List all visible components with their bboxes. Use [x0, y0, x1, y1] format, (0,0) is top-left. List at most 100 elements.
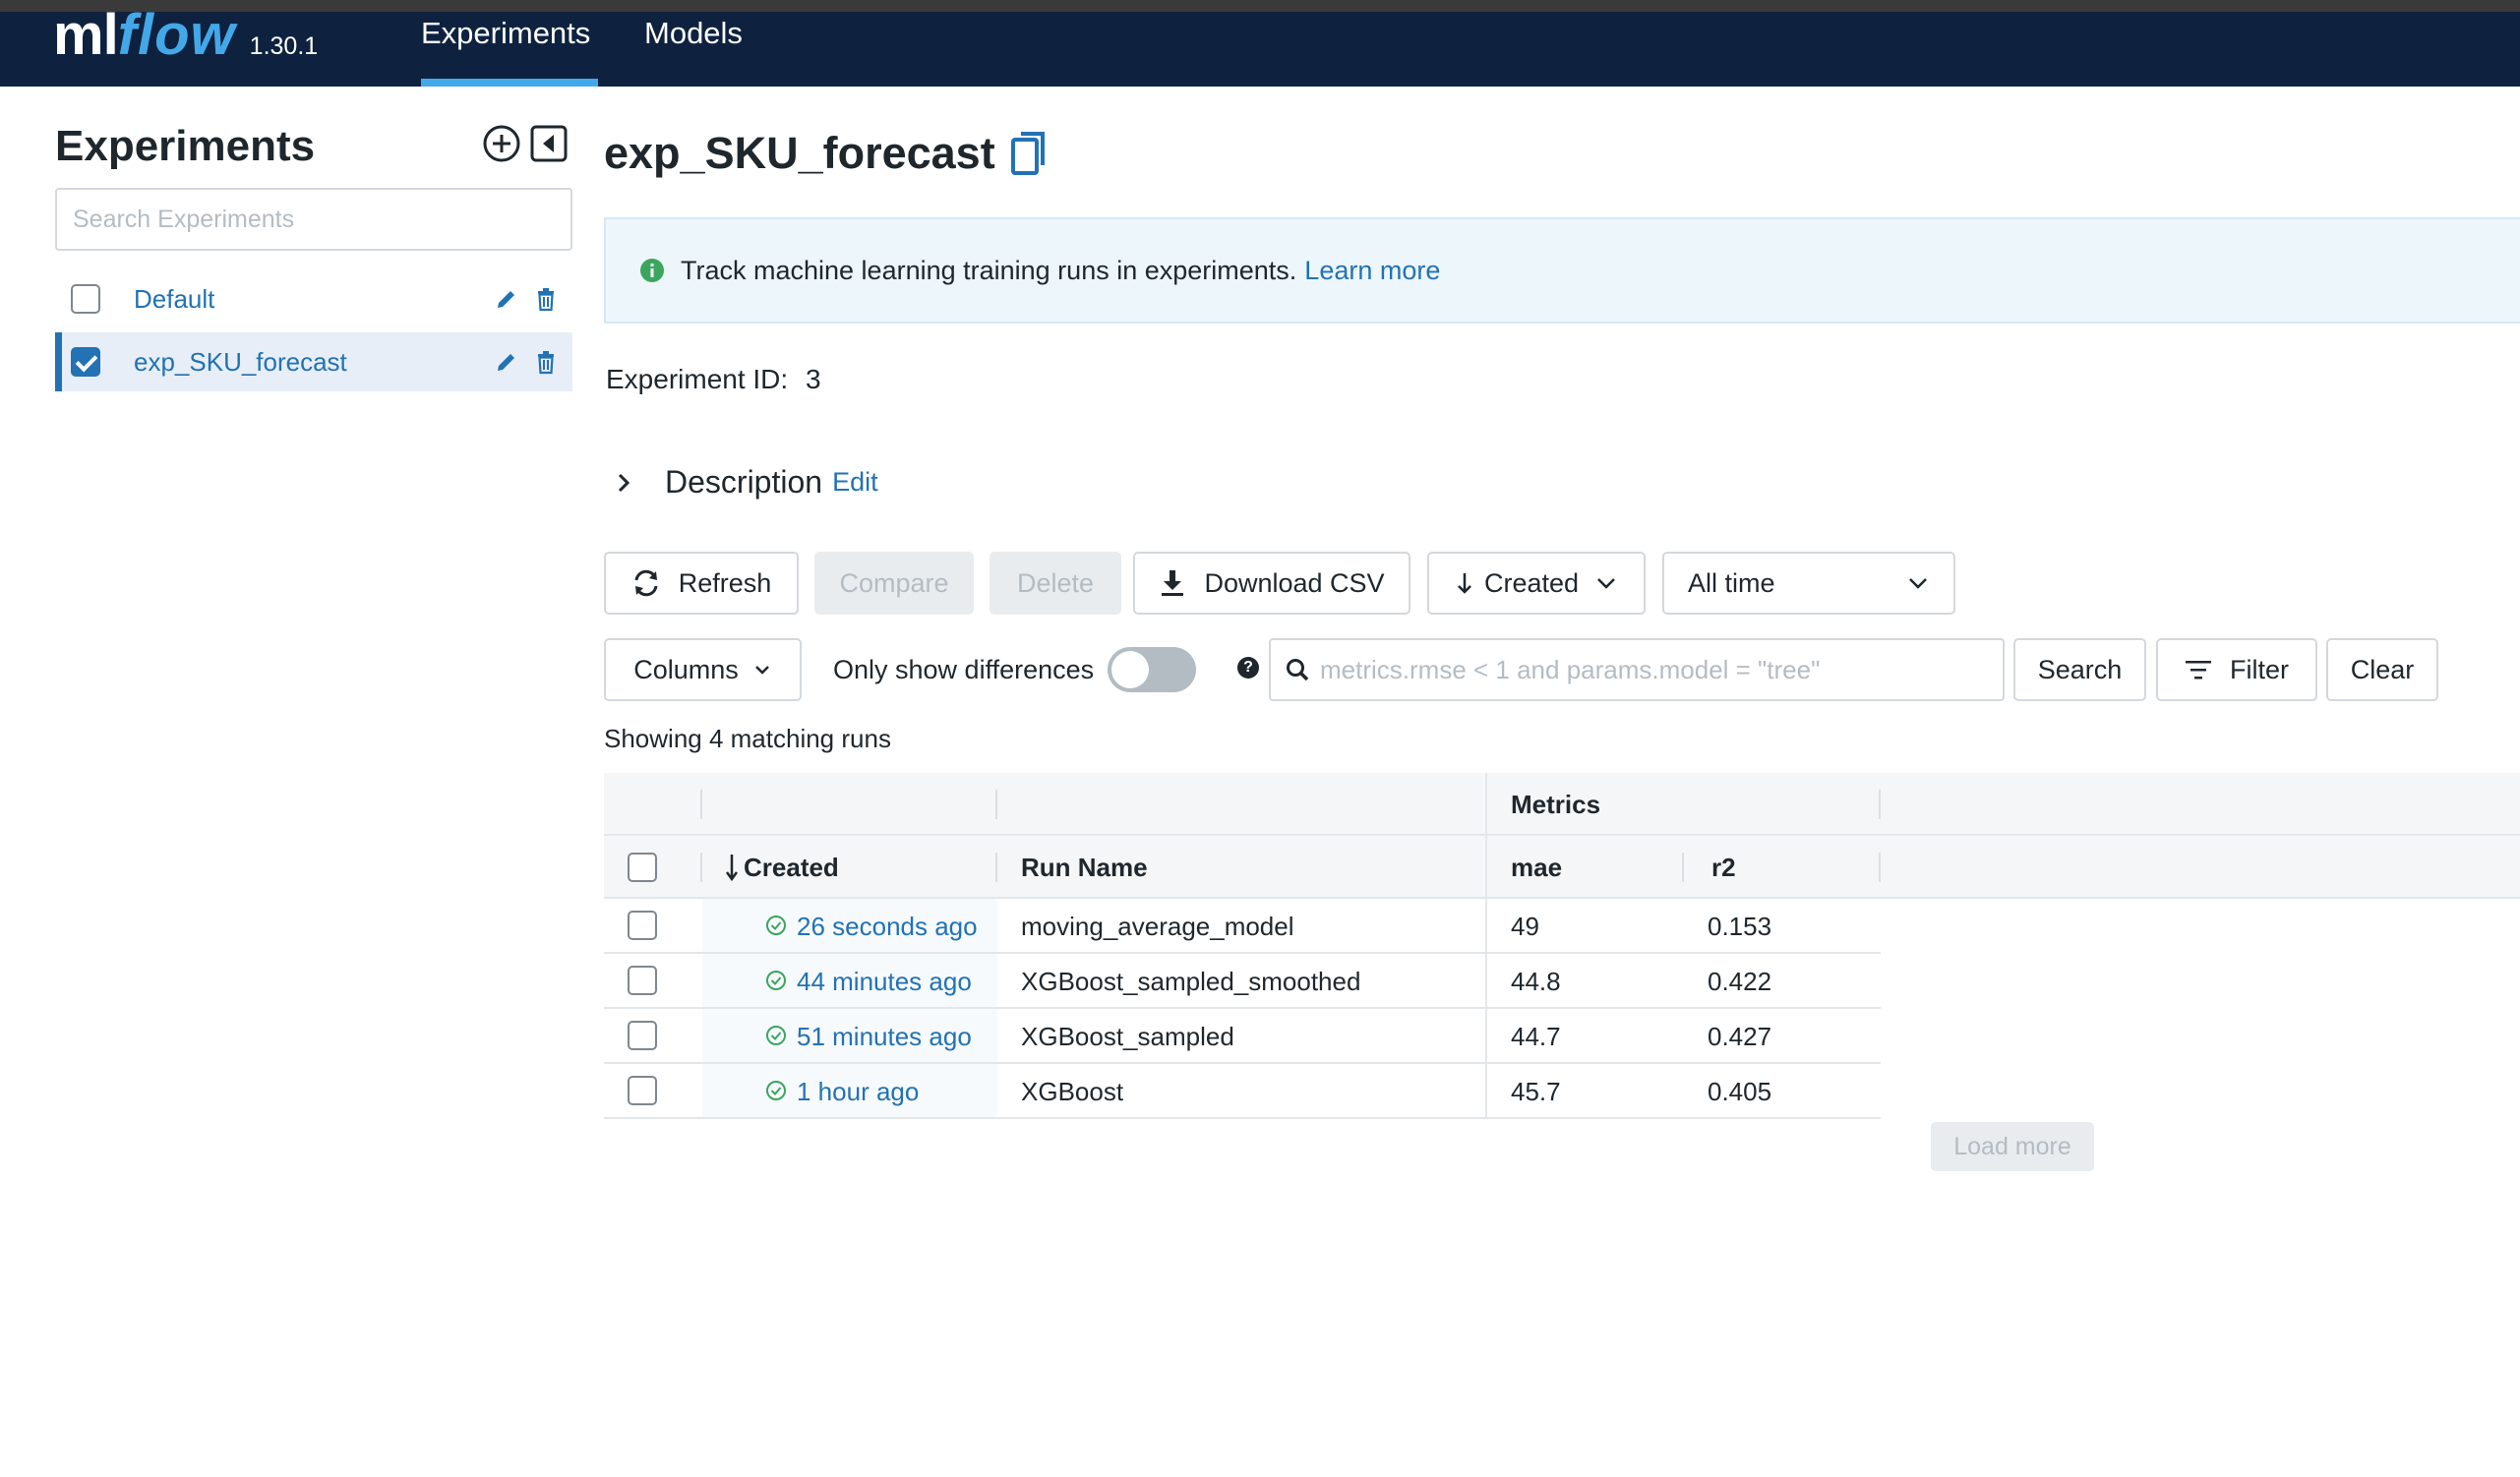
table-row[interactable]: 51 minutes ago XGBoost_sampled 44.7 0.42… [604, 1009, 1881, 1064]
top-header: ml flow 1.30.1 Experiments Models [0, 3, 2520, 87]
metric-r2: 0.153 [1708, 912, 1772, 941]
collapse-sidebar-icon[interactable] [529, 124, 569, 163]
trash-icon[interactable] [533, 349, 559, 375]
table-row[interactable]: 26 seconds ago moving_average_model 49 0… [604, 899, 1881, 954]
delete-button[interactable]: Delete [990, 552, 1121, 615]
column-header-run-name[interactable]: Run Name [1021, 836, 1148, 899]
info-banner: Track machine learning training runs in … [604, 217, 2520, 324]
search-label: Search [2037, 654, 2123, 684]
learn-more-link[interactable]: Learn more [1304, 256, 1440, 286]
metric-r2: 0.422 [1708, 967, 1772, 996]
check-circle-icon [766, 1026, 786, 1045]
chevron-down-icon [754, 666, 769, 675]
trash-icon[interactable] [533, 286, 559, 312]
run-name[interactable]: moving_average_model [1021, 899, 1294, 954]
column-separator [1879, 853, 1881, 882]
sidebar-item-exp-sku-forecast[interactable]: exp_SKU_forecast [55, 332, 572, 391]
metric-mae: 45.7 [1511, 1077, 1561, 1106]
metric-mae: 44.8 [1511, 967, 1561, 996]
experiment-search-input[interactable] [55, 188, 572, 251]
run-created-link[interactable]: 26 seconds ago [797, 899, 978, 954]
page-title: exp_SKU_forecast [604, 128, 1049, 179]
row-checkbox[interactable] [628, 966, 657, 995]
download-csv-label: Download CSV [1204, 567, 1385, 598]
description-edit-link[interactable]: Edit [832, 467, 878, 498]
sidebar-item-default[interactable]: Default [55, 269, 572, 328]
run-search-input[interactable] [1320, 654, 1989, 685]
column-separator [995, 790, 997, 819]
row-checkbox[interactable] [628, 1021, 657, 1050]
compare-button[interactable]: Compare [814, 552, 974, 615]
filter-icon [2186, 661, 2211, 679]
check-circle-icon [766, 916, 786, 935]
time-range-dropdown[interactable]: All time [1662, 552, 1955, 615]
mlflow-logo[interactable]: ml flow 1.30.1 [53, 3, 319, 71]
nav-experiments[interactable]: Experiments [421, 12, 598, 87]
table-group-header: Metrics [604, 773, 2520, 836]
edit-pencil-icon[interactable] [494, 349, 519, 375]
banner-text: Track machine learning training runs in … [681, 255, 1297, 285]
table-row[interactable]: 44 minutes ago XGBoost_sampled_smoothed … [604, 954, 1881, 1009]
row-checkbox[interactable] [628, 911, 657, 940]
run-name[interactable]: XGBoost_sampled_smoothed [1021, 954, 1360, 1009]
run-created-link[interactable]: 44 minutes ago [797, 954, 972, 1009]
column-separator [1485, 836, 1487, 899]
experiment-checkbox[interactable] [71, 284, 100, 314]
only-show-differences-toggle[interactable] [1108, 647, 1196, 692]
download-csv-button[interactable]: Download CSV [1133, 552, 1410, 615]
row-checkbox[interactable] [628, 1076, 657, 1105]
run-created-link[interactable]: 1 hour ago [797, 1064, 919, 1119]
version-label: 1.30.1 [249, 32, 319, 60]
search-button[interactable]: Search [2013, 638, 2146, 701]
sidebar-item-label[interactable]: exp_SKU_forecast [134, 347, 494, 378]
matching-runs-count: Showing 4 matching runs [604, 724, 891, 753]
logo-flow-text: flow [117, 3, 236, 67]
edit-pencil-icon[interactable] [494, 286, 519, 312]
run-search-box[interactable] [1269, 638, 2005, 701]
download-icon [1162, 570, 1184, 596]
clear-button[interactable]: Clear [2326, 638, 2438, 701]
copy-icon[interactable] [1009, 130, 1049, 177]
column-header-r2[interactable]: r2 [1711, 836, 1736, 899]
column-separator [1879, 790, 1881, 819]
column-header-mae[interactable]: mae [1511, 836, 1562, 899]
column-separator [995, 853, 997, 882]
sort-dropdown[interactable]: Created [1427, 552, 1646, 615]
add-experiment-icon[interactable] [482, 124, 521, 163]
filter-button[interactable]: Filter [2156, 638, 2317, 701]
filter-label: Filter [2230, 654, 2289, 684]
description-section[interactable]: Description Edit [612, 464, 878, 501]
column-separator [1485, 773, 1487, 836]
experiment-checkbox[interactable] [71, 347, 100, 377]
info-icon [640, 259, 664, 282]
table-row[interactable]: 1 hour ago XGBoost 45.7 0.405 [604, 1064, 1881, 1119]
refresh-button[interactable]: Refresh [604, 552, 799, 615]
run-name[interactable]: XGBoost_sampled [1021, 1009, 1234, 1064]
chevron-right-icon[interactable] [612, 471, 635, 495]
help-icon[interactable]: ? [1237, 657, 1259, 679]
column-header-created[interactable]: Created [744, 836, 839, 899]
clear-label: Clear [2350, 654, 2415, 684]
table-header: Created Run Name mae r2 [604, 836, 2520, 899]
logo-ml-text: ml [53, 3, 119, 67]
column-separator [700, 790, 702, 819]
sort-label: Created [1483, 567, 1580, 598]
column-divider [1485, 899, 1487, 1119]
columns-label: Columns [633, 654, 739, 684]
check-circle-icon [766, 1081, 786, 1100]
search-icon [1287, 659, 1309, 681]
run-created-link[interactable]: 51 minutes ago [797, 1009, 972, 1064]
nav-models[interactable]: Models [644, 12, 743, 87]
sidebar-item-label[interactable]: Default [134, 284, 494, 315]
column-separator [700, 853, 702, 882]
metric-r2: 0.427 [1708, 1022, 1772, 1051]
sort-descending-icon[interactable] [724, 853, 740, 882]
columns-dropdown[interactable]: Columns [604, 638, 802, 701]
metric-r2: 0.405 [1708, 1077, 1772, 1106]
select-all-checkbox[interactable] [628, 853, 657, 882]
run-name[interactable]: XGBoost [1021, 1064, 1123, 1119]
window-top-strip [0, 0, 2520, 12]
metric-mae: 44.7 [1511, 1022, 1561, 1051]
column-separator [1682, 853, 1684, 882]
load-more-button[interactable]: Load more [1931, 1122, 2094, 1171]
